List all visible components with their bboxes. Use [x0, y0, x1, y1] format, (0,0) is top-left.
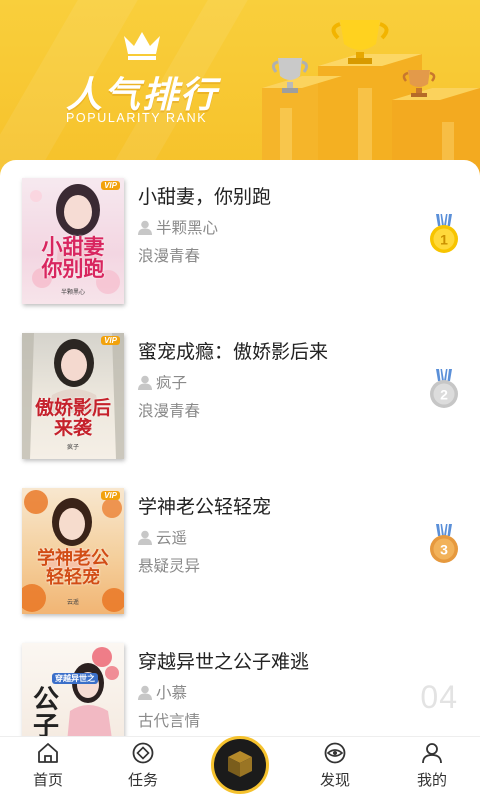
book-cover[interactable]: VIP 学神老公 轻轻宠 云遥 — [22, 488, 124, 614]
author-row: 小慕 — [138, 681, 187, 703]
medal-rank: 2 — [440, 387, 448, 403]
cover-title: 傲娇影后 来袭 — [34, 397, 111, 439]
user-icon — [422, 743, 442, 764]
book-title[interactable]: 学神老公轻轻宠 — [138, 492, 271, 519]
discover-icon — [324, 742, 346, 764]
book-item-4[interactable]: 穿越异世之 公子 难逃 穿越异世之公子难逃 小慕 古代言情 04 — [0, 643, 480, 740]
cover-title: 小甜妻 你别跑 — [41, 234, 105, 282]
book-author: 小慕 — [156, 684, 188, 702]
nav-home[interactable]: 首页 — [13, 737, 83, 800]
crown-icon — [124, 32, 160, 60]
book-author: 半颗黑心 — [156, 219, 219, 237]
cover-author: 半颗黑心 — [60, 289, 85, 296]
user-icon — [138, 375, 152, 390]
vip-tag: VIP — [101, 336, 120, 345]
nav-task[interactable]: 任务 — [108, 737, 178, 800]
book-genre: 浪漫青春 — [138, 402, 201, 420]
book-item-1[interactable]: VIP 小甜妻 你别跑 半颗黑心 小甜妻，你别跑 半颗黑心 浪漫青春 1 — [0, 178, 480, 308]
nav-label: 发现 — [319, 771, 350, 789]
nav-discover[interactable]: 发现 — [300, 737, 370, 800]
cover-author: 疯子 — [66, 444, 79, 451]
book-cover[interactable]: 穿越异世之 公子 难逃 — [22, 643, 124, 740]
book-cover[interactable]: VIP 小甜妻 你别跑 半颗黑心 — [22, 178, 124, 304]
author-row: 云遥 — [138, 526, 187, 548]
vip-tag: VIP — [101, 181, 120, 190]
author-row: 疯子 — [138, 371, 187, 393]
rank-number: 04 — [420, 679, 458, 715]
medal-rank: 3 — [440, 542, 448, 558]
nav-label: 首页 — [32, 771, 63, 789]
author-row: 半颗黑心 — [138, 216, 218, 238]
nav-label: 我的 — [416, 771, 447, 789]
book-title[interactable]: 小甜妻，你别跑 — [138, 182, 271, 209]
book-author: 疯子 — [156, 374, 188, 392]
nav-center-button[interactable] — [211, 736, 269, 794]
task-icon — [132, 742, 154, 764]
user-icon — [138, 220, 152, 235]
nav-label: 任务 — [127, 771, 158, 789]
book-author: 云遥 — [156, 529, 188, 547]
cover-title: 公子 难逃 — [32, 685, 59, 740]
gold-medal-icon: 1 — [430, 214, 458, 253]
cube-icon — [228, 751, 252, 777]
user-icon — [138, 685, 152, 700]
medal-rank: 1 — [440, 232, 448, 248]
book-item-3[interactable]: VIP 学神老公 轻轻宠 云遥 学神老公轻轻宠 云遥 悬疑灵异 3 — [0, 488, 480, 618]
home-icon — [38, 743, 58, 763]
book-genre: 悬疑灵异 — [138, 557, 201, 575]
rank-list: VIP 小甜妻 你别跑 半颗黑心 小甜妻，你别跑 半颗黑心 浪漫青春 1 VIP… — [0, 160, 480, 740]
silver-medal-icon: 2 — [430, 369, 458, 408]
book-title[interactable]: 穿越异世之公子难逃 — [138, 647, 309, 674]
rank-banner: 人气排行 POPULARITY RANK — [0, 0, 480, 180]
cover-author: 云遥 — [66, 599, 79, 606]
cover-title: 学神老公 轻轻宠 — [37, 548, 109, 588]
book-item-2[interactable]: VIP 傲娇影后 来袭 疯子 蜜宠成瘾：傲娇影后来 疯子 浪漫青春 2 — [0, 333, 480, 463]
page-subtitle: POPULARITY RANK — [66, 111, 208, 125]
bronze-medal-icon: 3 — [430, 524, 458, 563]
book-title[interactable]: 蜜宠成瘾：傲娇影后来 — [138, 337, 328, 364]
user-icon — [138, 530, 152, 545]
book-cover[interactable]: VIP 傲娇影后 来袭 疯子 — [22, 333, 124, 459]
book-genre: 古代言情 — [138, 712, 201, 730]
cover-tag: 穿越异世之 — [52, 673, 98, 684]
cover-illustration — [22, 333, 124, 459]
vip-tag: VIP — [101, 491, 120, 500]
trophy-podium-illustration — [262, 20, 480, 180]
nav-mine[interactable]: 我的 — [397, 737, 467, 800]
book-genre: 浪漫青春 — [138, 247, 201, 265]
